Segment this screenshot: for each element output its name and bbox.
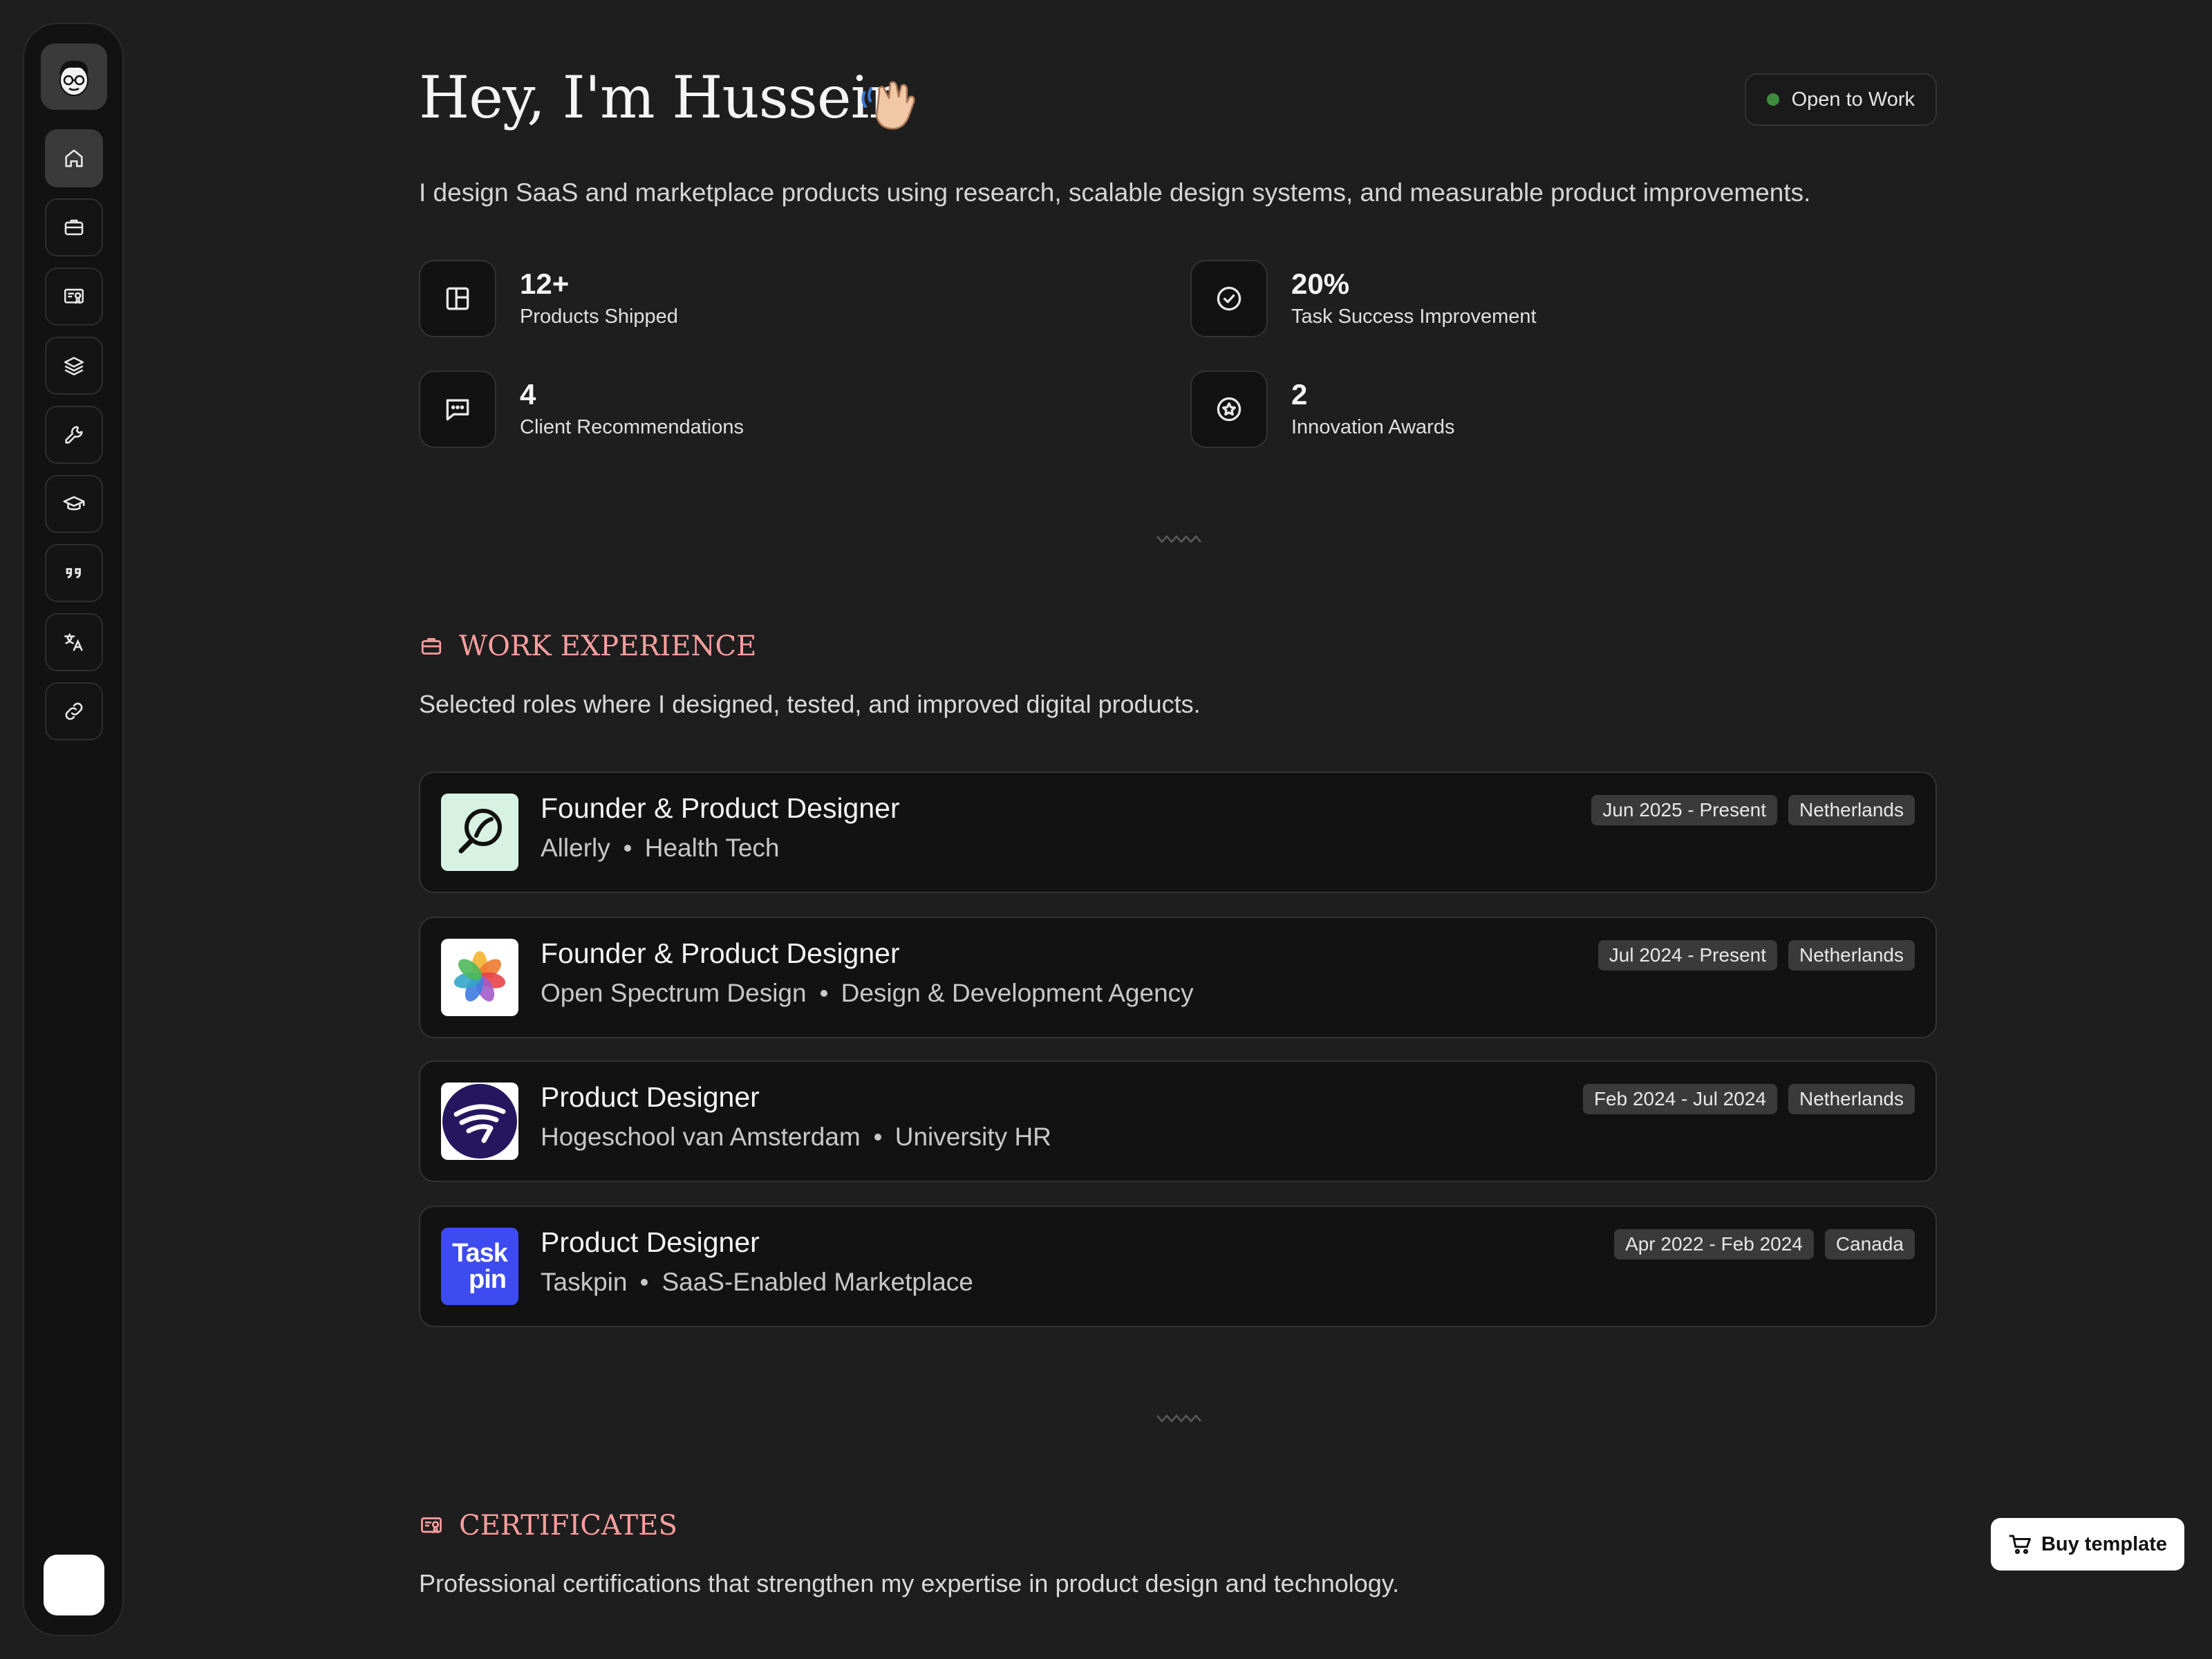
buy-template-label: Buy template [2041,1533,2168,1555]
buy-template-button[interactable]: Buy template [1991,1518,2184,1571]
stat-label: Client Recommendations [520,416,744,438]
page-title: Hey, I'm Hussein [419,64,906,131]
job-tags: Feb 2024 - Jul 2024 Netherlands [1582,1084,1915,1114]
job-card[interactable]: Task pin Product Designer Taskpin SaaS-E… [419,1206,1937,1327]
sidebar-item-links[interactable] [45,682,103,740]
location-badge: Netherlands [1788,1084,1915,1114]
stat-innovation-awards: 2 Innovation Awards [1190,371,1454,448]
quote-icon [66,568,81,579]
job-title: Product Designer [541,1226,760,1258]
taskpin-logo-text: Task [452,1239,508,1268]
industry: Health Tech [644,834,780,862]
waving-hand-icon [861,81,915,130]
stat-label: Task Success Improvement [1291,306,1537,328]
dot-separator [820,990,827,997]
briefcase-icon [64,219,84,236]
theme-toggle-button[interactable] [44,1555,104,1615]
sidebar-item-languages[interactable] [45,613,103,671]
stat-task-success: 20% Task Success Improvement [1190,260,1537,337]
job-tags: Apr 2022 - Feb 2024 Canada [1614,1229,1915,1259]
sidebar-item-work[interactable] [45,198,103,256]
stat-value: 20% [1291,268,1350,300]
work-description: Selected roles where I designed, tested,… [419,690,1201,718]
avatar-illustration-icon [59,60,88,96]
industry: University HR [894,1123,1051,1151]
graduation-cap-icon [63,496,85,511]
date-badge: Apr 2022 - Feb 2024 [1614,1229,1814,1259]
divider-squiggle-icon [1156,1414,1201,1423]
company-name: Open Spectrum Design [541,979,807,1007]
taskpin-logo-icon: Task pin [441,1228,518,1305]
stat-value: 4 [520,378,536,411]
open-spectrum-logo-icon [441,939,518,1016]
translate-icon [64,633,83,651]
stat-label: Products Shipped [520,306,678,328]
job-tags: Jun 2025 - Present Netherlands [1591,795,1915,825]
job-title: Founder & Product Designer [541,792,900,824]
job-card[interactable]: Founder & Product Designer Open Spectrum… [419,917,1937,1038]
home-icon [65,149,83,167]
sidebar-item-recommendations[interactable] [45,544,103,602]
open-to-work-badge[interactable]: Open to Work [1744,73,1937,126]
date-badge: Jul 2024 - Present [1597,940,1778,971]
location-badge: Canada [1824,1229,1915,1259]
job-subtitle: Allerly Health Tech [541,834,779,863]
industry: SaaS-Enabled Marketplace [662,1268,973,1296]
company-name: Taskpin [541,1268,628,1296]
job-subtitle: Open Spectrum Design Design & Developmen… [541,979,1194,1008]
certificate-icon [421,1517,442,1534]
taskpin-logo-text: pin [469,1265,507,1294]
dot-separator [874,1134,881,1141]
company-name: Allerly [541,834,610,862]
stat-products-shipped: 12+ Products Shipped [419,260,678,337]
location-badge: Netherlands [1788,795,1915,825]
certificates-heading: CERTIFICATES [419,1510,677,1541]
briefcase-icon [421,638,442,655]
sidebar-item-education[interactable] [45,475,103,533]
star-badge-icon [1190,371,1268,448]
status-dot-icon [1766,93,1779,106]
job-subtitle: Hogeschool van Amsterdam University HR [541,1123,1051,1152]
work-experience-heading: WORK EXPERIENCE [419,630,756,662]
company-name: Hogeschool van Amsterdam [541,1123,861,1151]
stat-label: Innovation Awards [1291,416,1455,438]
intro-text: I design SaaS and marketplace products u… [419,178,1811,207]
message-icon [419,371,496,448]
job-title: Founder & Product Designer [541,937,900,969]
location-badge: Netherlands [1788,940,1915,971]
divider-squiggle-icon [1156,535,1201,543]
hva-logo-icon [441,1082,518,1160]
wrench-icon [65,426,83,444]
sidebar-item-certificates[interactable] [45,268,103,326]
sidebar [23,23,124,1636]
job-subtitle: Taskpin SaaS-Enabled Marketplace [541,1268,973,1297]
status-label: Open to Work [1791,88,1915,111]
section-title: WORK EXPERIENCE [459,630,757,662]
layout-icon [419,260,496,337]
link-icon [65,702,83,720]
certificates-description: Professional certifications that strengt… [419,1569,1400,1597]
stat-value: 12+ [520,268,570,300]
allerly-logo-icon [441,794,518,871]
job-card[interactable]: Founder & Product Designer Allerly Healt… [419,771,1937,893]
avatar[interactable] [41,44,107,110]
job-tags: Jul 2024 - Present Netherlands [1597,940,1915,971]
date-badge: Feb 2024 - Jul 2024 [1582,1084,1778,1114]
sidebar-item-tools[interactable] [45,406,103,464]
stat-value: 2 [1291,378,1308,411]
section-title: CERTIFICATES [459,1510,677,1541]
job-title: Product Designer [541,1081,760,1113]
check-circle-icon [1190,260,1268,337]
dot-separator [624,845,631,852]
sidebar-item-home[interactable] [45,129,103,187]
layers-icon [64,357,84,376]
cart-icon [2009,1535,2031,1555]
stat-client-recommendations: 4 Client Recommendations [419,371,744,448]
job-card[interactable]: Product Designer Hogeschool van Amsterda… [419,1060,1937,1182]
industry: Design & Development Agency [841,979,1194,1007]
sidebar-item-projects[interactable] [45,337,103,395]
certificate-icon [64,288,84,305]
dot-separator [641,1279,648,1286]
date-badge: Jun 2025 - Present [1591,795,1778,825]
